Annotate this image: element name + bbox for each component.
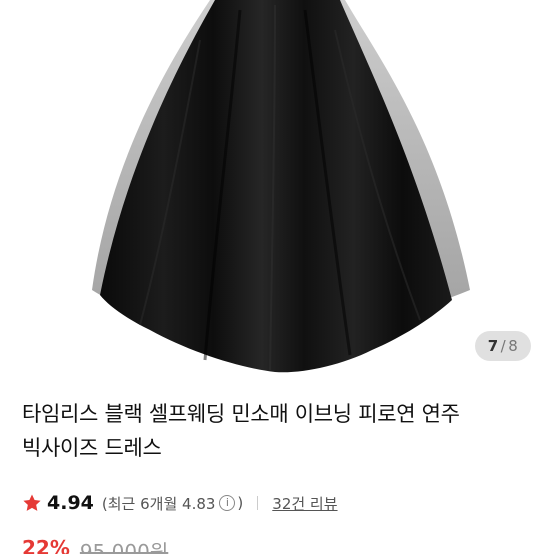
discount-rate: 22% (22, 536, 70, 554)
rating-recent-close: ) (237, 494, 244, 512)
rating-recent-text: (최근 6개월 4.83 (101, 494, 216, 513)
product-title: 타임리스 블랙 셀프웨딩 민소매 이브닝 피로연 연주 빅사이즈 드레스 (22, 402, 460, 460)
price-row: 22% 95,000원 (22, 536, 168, 554)
info-icon[interactable]: i (219, 495, 236, 511)
divider (257, 496, 259, 510)
star-icon (23, 494, 41, 511)
rating-recent: (최근 6개월 4.83 i ) (102, 493, 243, 514)
product-image[interactable]: 7 / 8 (0, 0, 554, 381)
dress-photo (92, 0, 470, 373)
image-counter-current: 7 (487, 337, 499, 355)
original-price: 95,000원 (79, 540, 169, 554)
image-counter-total: 8 (508, 337, 519, 355)
image-counter-separator: / (500, 337, 507, 355)
review-count-link[interactable]: 32건 리뷰 (272, 493, 337, 514)
rating-row: 4.94 (최근 6개월 4.83 i ) 32건 리뷰 (22, 489, 338, 517)
rating-score: 4.94 (47, 492, 94, 514)
image-counter: 7 / 8 (475, 331, 531, 361)
